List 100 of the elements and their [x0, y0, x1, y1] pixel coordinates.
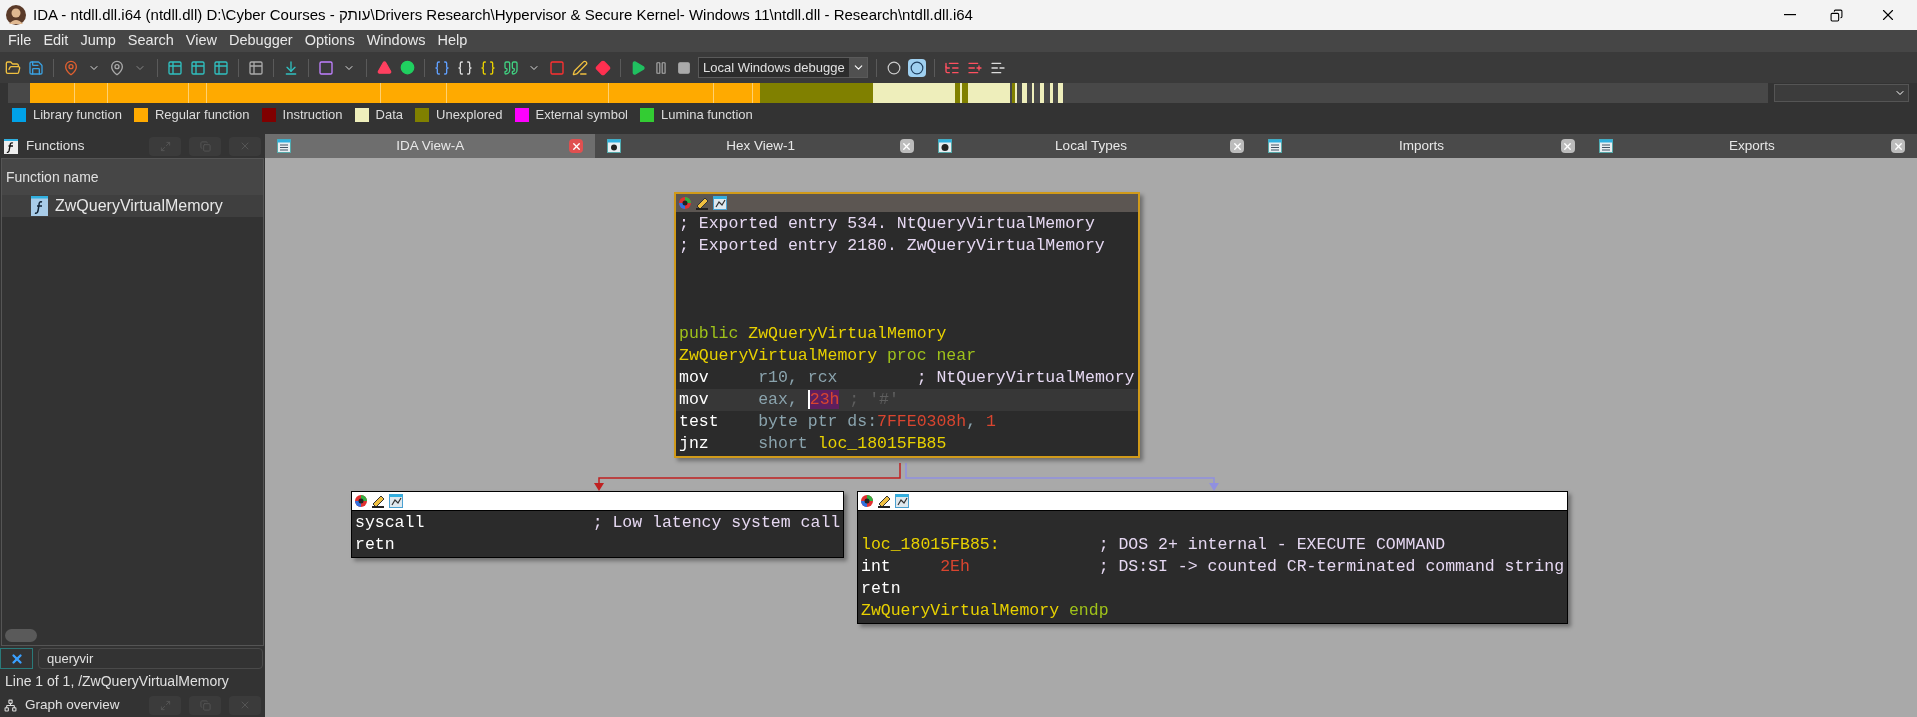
code-line: loc_18015FB85: ; DOS 2+ internal - EXECUTE COMMAND: [860, 534, 1447, 556]
function-row[interactable]: ZwQueryVirtualMemory: [2, 195, 263, 217]
panel-title: Graph overview: [25, 695, 120, 714]
debugger-select[interactable]: Local Windows debugge: [698, 57, 868, 78]
list-icon: [1268, 139, 1283, 153]
diamond-icon[interactable]: [594, 58, 612, 77]
restore-icon: [1829, 8, 1843, 22]
code-line: retn: [860, 578, 902, 600]
caret-icon: [849, 58, 867, 77]
code-line: ZwQueryVirtualMemory endp: [860, 600, 1110, 622]
legend-label: Regular function: [154, 106, 250, 125]
legend-label: Library function: [33, 106, 122, 125]
table-icon[interactable]: [189, 58, 207, 77]
code-line: jnz short loc_18015FB85: [678, 433, 948, 455]
color-wheel-icon[interactable]: [354, 494, 368, 508]
triangle-icon[interactable]: [375, 58, 393, 77]
code-line: test byte ptr ds:7FFE0308h, 1: [678, 411, 997, 433]
scrollbar-thumb[interactable]: [5, 629, 37, 642]
list-icon: [1598, 139, 1613, 153]
close-icon[interactable]: [569, 139, 584, 153]
table-icon: [277, 139, 291, 153]
open-folder-icon[interactable]: [4, 58, 22, 77]
graph-icon[interactable]: [389, 494, 403, 508]
info-icon: [937, 139, 952, 153]
graph-node[interactable]: [674, 192, 1140, 458]
maximize-icon: [159, 140, 171, 152]
maximize-icon: [159, 699, 171, 711]
tree-icon: [4, 698, 17, 712]
panel-title: Functions: [26, 136, 85, 155]
menu-item[interactable]: File: [2, 30, 38, 52]
circle-icon[interactable]: [908, 58, 926, 77]
braces-icon[interactable]: [433, 58, 451, 77]
menu-item[interactable]: Jump: [74, 30, 122, 52]
table-icon[interactable]: [166, 58, 184, 77]
pencil-icon[interactable]: [695, 196, 710, 210]
braces-icon[interactable]: [479, 58, 497, 77]
pin-icon[interactable]: [62, 58, 80, 77]
graph-node[interactable]: loc_18015FB85: ; DOS 2+ internal - EXECUTE COMMAND int 2Eh ; DS:SI -> counted CR-terminated command string retn ZwQueryVirtualMemory endp: [857, 491, 1569, 624]
color-wheel-icon[interactable]: [860, 494, 874, 508]
code-line: ; Exported entry 2180. ZwQueryVirtualMemory: [678, 235, 1106, 257]
code-line: syscall ; Low latency system call: [354, 512, 842, 534]
graph-canvas[interactable]: [265, 158, 1917, 717]
pin-icon[interactable]: [108, 58, 126, 77]
braces-icon[interactable]: [456, 58, 474, 77]
close-icon[interactable]: [1230, 139, 1245, 153]
pencil-icon[interactable]: [877, 494, 892, 508]
code-line: mov r10, rcx ; NtQueryVirtualMemory: [678, 367, 1136, 389]
minimize-icon: [1784, 14, 1796, 16]
clear-filter-button[interactable]: [0, 648, 33, 669]
legend-label: External symbol: [535, 106, 628, 125]
code-line: public ZwQueryVirtualMemory: [678, 323, 948, 345]
pencil-icon[interactable]: [571, 58, 589, 77]
close-icon: [239, 699, 251, 711]
status-text: Line 1 of 1, /ZwQueryVirtualMemory: [4, 672, 230, 691]
close-icon: [9, 651, 24, 666]
menu-item[interactable]: View: [179, 30, 223, 52]
code-line: retn: [354, 534, 396, 556]
save-icon[interactable]: [27, 58, 45, 77]
code-line: int 2Eh ; DS:SI -> counted CR-terminated command string: [860, 556, 1566, 578]
tab[interactable]: Imports: [1256, 134, 1587, 158]
code-line: ; Exported entry 534. NtQueryVirtualMemory: [678, 213, 1096, 235]
app-icon: [5, 4, 27, 26]
menu-item[interactable]: Help: [431, 30, 474, 52]
graph-node[interactable]: syscall ; Low latency system call retn: [351, 491, 845, 558]
function-icon: [4, 138, 18, 154]
legend-label: Lumina function: [661, 106, 753, 125]
legend-label: Unexplored: [436, 106, 503, 125]
restore-icon: [199, 140, 211, 152]
menu-item[interactable]: Edit: [37, 30, 75, 52]
close-icon[interactable]: [1560, 139, 1575, 153]
tab[interactable]: Hex View-1: [595, 134, 926, 158]
close-icon[interactable]: [1891, 139, 1906, 153]
restore-icon: [199, 699, 211, 711]
color-wheel-icon[interactable]: [678, 196, 692, 210]
tab[interactable]: IDA View-A: [265, 134, 596, 158]
quote-icon[interactable]: [502, 58, 520, 77]
table-icon[interactable]: [247, 58, 265, 77]
menu-item[interactable]: Windows: [360, 30, 432, 52]
tab[interactable]: Local Types: [925, 134, 1257, 158]
square-icon[interactable]: [317, 58, 335, 77]
circle-icon[interactable]: [398, 58, 416, 77]
code-line: ZwQueryVirtualMemory proc near: [678, 345, 978, 367]
window-title: IDA - ntdll.dll.i64 (ntdll.dll) D:\Cyber Courses - עותק\Drivers Research\Hypervisor & Secure Kernel- Windows 11\ntdll.dll - Research\ntdll.dll.i64: [33, 4, 973, 25]
menu-item[interactable]: Options: [298, 30, 361, 52]
pencil-icon[interactable]: [371, 494, 386, 508]
navigation-band[interactable]: [8, 83, 1768, 103]
filter-field[interactable]: queryvir: [38, 648, 263, 669]
column-header[interactable]: Function name: [2, 159, 263, 195]
close-icon: [239, 140, 251, 152]
legend-label: Instruction: [282, 106, 343, 125]
legend-label: Data: [375, 106, 403, 125]
close-icon[interactable]: [899, 139, 914, 153]
table-icon[interactable]: [212, 58, 230, 77]
eye-icon: [607, 139, 622, 153]
menu-item[interactable]: Debugger: [222, 30, 299, 52]
graph-icon[interactable]: [713, 196, 727, 210]
menu-item[interactable]: Search: [121, 30, 180, 52]
function-icon: [31, 196, 48, 216]
tab[interactable]: Exports: [1586, 134, 1917, 158]
graph-icon[interactable]: [895, 494, 909, 508]
